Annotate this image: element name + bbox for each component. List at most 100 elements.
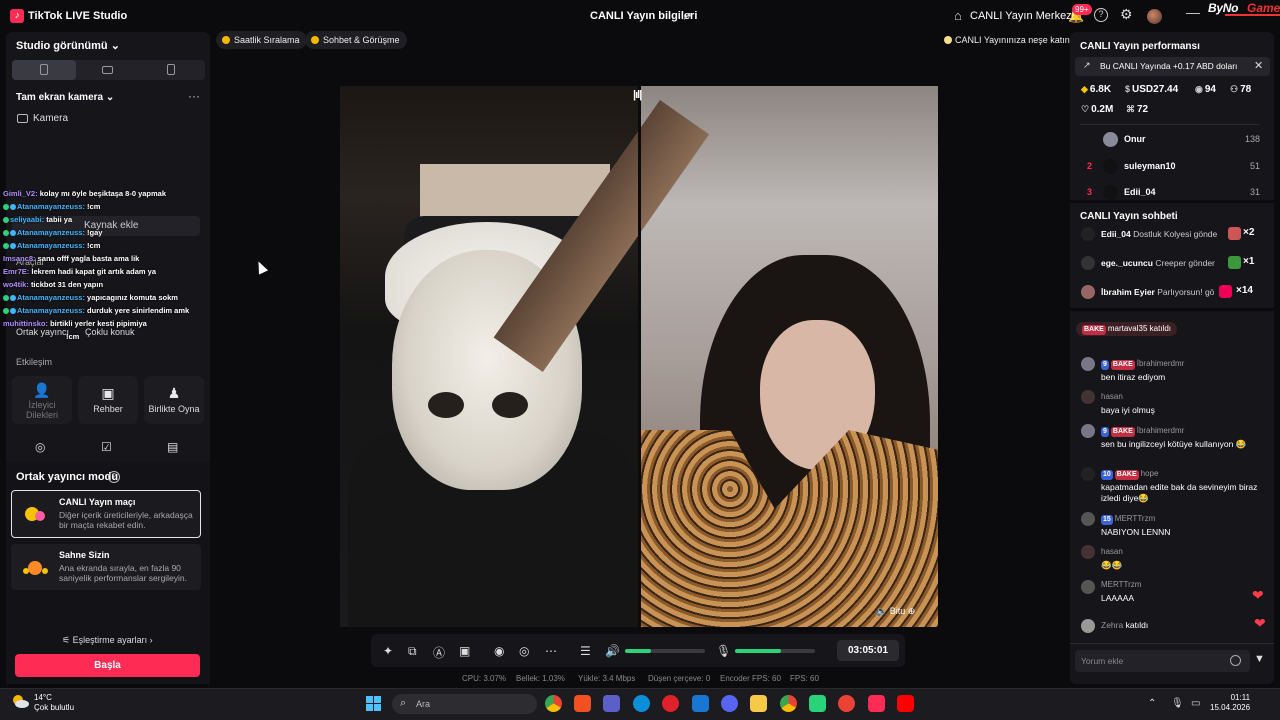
weather-icon[interactable] (11, 692, 29, 710)
new-followers-stat: ⚇ 78 (1230, 84, 1252, 95)
gift-icon: ⌘ (1126, 104, 1135, 114)
screen-icon[interactable]: ▣ (459, 644, 470, 658)
avatar[interactable] (1081, 285, 1095, 299)
effects-icon[interactable]: ⧉ (408, 644, 417, 659)
help-icon[interactable]: ? (108, 471, 120, 483)
viewer-request-icon: 👤 (33, 382, 51, 398)
volume-icon[interactable]: 🔊 (605, 644, 620, 658)
avatar[interactable] (1103, 159, 1118, 174)
youtube-icon[interactable] (897, 695, 914, 712)
overlay-chat-line: muhittinsko: birtikli yerler kesti pipim… (3, 319, 147, 328)
magic-wand-icon[interactable]: ✦ (383, 644, 393, 658)
microphone-icon[interactable]: 🎙 (716, 644, 731, 658)
store-icon[interactable] (574, 695, 591, 712)
edge-icon[interactable] (633, 695, 650, 712)
taskbar-search-placeholder: Ara (416, 699, 431, 709)
home-icon[interactable]: ⌂ (954, 8, 962, 23)
avatar[interactable] (1081, 512, 1095, 526)
dual-screen-icon[interactable] (167, 64, 175, 75)
comment-user: hasan (1101, 392, 1123, 401)
matching-settings-link[interactable]: ⚟ Eşleştirme ayarları › (62, 635, 153, 646)
landscape-icon[interactable] (102, 66, 113, 74)
hourly-ranking-chip[interactable]: Saatlik Sıralama (216, 31, 307, 49)
avatar[interactable] (1081, 619, 1095, 633)
help-icon[interactable]: ? (1094, 8, 1108, 22)
eye-icon: ◉ (1195, 84, 1203, 94)
share-icon[interactable]: ↗ (682, 9, 692, 23)
tiktok-studio-icon[interactable] (868, 695, 885, 712)
heart-icon: ❤ (1252, 587, 1264, 603)
target-icon[interactable]: ◎ (35, 440, 45, 454)
encoder-fps-stat: Encoder FPS: 60 (720, 674, 781, 683)
more-icon[interactable]: ⋯ (545, 644, 557, 658)
scene-dropdown[interactable]: Tam ekran kamera ⌄ (16, 92, 114, 103)
rank-user[interactable]: Onur (1124, 134, 1146, 144)
start-button[interactable]: Başla (15, 654, 200, 677)
audio-bars-icon[interactable]: |ıl| (633, 89, 642, 101)
avatar[interactable] (1081, 467, 1095, 481)
ai-icon[interactable]: Ⓐ (433, 644, 445, 661)
discord-icon[interactable] (721, 695, 738, 712)
avatar[interactable] (1081, 357, 1095, 371)
chevron-up-icon[interactable]: ⌃ (1148, 698, 1156, 709)
minimize-button[interactable]: — (1186, 4, 1200, 20)
chat-call-chip[interactable]: Sohbet & Görüşme (305, 31, 407, 49)
rank-user[interactable]: Edii_04 (1124, 187, 1156, 197)
avatar[interactable] (1103, 132, 1118, 147)
close-icon[interactable]: ✕ (1254, 59, 1263, 72)
avatar[interactable] (1081, 227, 1095, 241)
emoji-icon[interactable] (1230, 655, 1241, 666)
heart-icon: ❤ (1254, 615, 1266, 631)
performance-title: CANLI Yayın performansı (1080, 41, 1200, 52)
box-icon[interactable]: ▤ (167, 440, 178, 454)
avatar[interactable] (1081, 390, 1095, 404)
overlay-chat-line: Imsanc8: sana offf yagla basta ama lik (3, 254, 140, 263)
cohost-tool[interactable]: Ortak yayıncı (16, 327, 69, 337)
overlay-chat-line: wo4tik: tickbot 31 den yapın (3, 280, 104, 289)
system-clock[interactable]: 01:11 15.04.2026 (1210, 693, 1250, 713)
camera-switch-icon[interactable]: ◎ (519, 644, 529, 658)
add-fun-link[interactable]: CANLI Yayınınıza neşe katın (944, 35, 1070, 45)
record-icon[interactable]: ◉ (494, 644, 504, 658)
weather-widget[interactable]: 14°C Çok bulutlu (34, 693, 74, 713)
avatar[interactable] (1081, 580, 1095, 594)
mic-slider-fill (735, 649, 782, 653)
checklist-icon[interactable]: ☑ (101, 440, 112, 454)
avatar[interactable] (1103, 185, 1118, 200)
monitor-icon[interactable]: ▭ (1191, 698, 1200, 709)
more-icon[interactable]: ··· (188, 89, 200, 103)
chrome-icon[interactable] (780, 695, 797, 712)
gift-count: ×14 (1236, 285, 1253, 296)
rank-user[interactable]: suleyman10 (1124, 161, 1176, 171)
stage-icon (20, 557, 50, 579)
chrome-icon[interactable] (838, 695, 855, 712)
send-icon[interactable]: ▼ (1254, 653, 1265, 665)
guest-label[interactable]: 🔈 Bitu ⊕ (876, 606, 915, 617)
avatar[interactable] (1081, 256, 1095, 270)
folder-icon[interactable] (750, 695, 767, 712)
overlay-chat-line: seliyaabi: tabii ya (3, 215, 72, 224)
camera-source[interactable]: Kamera (33, 113, 68, 124)
rank-value: 51 (1249, 161, 1260, 171)
opera-icon[interactable] (662, 695, 679, 712)
avatar[interactable] (1081, 424, 1095, 438)
chrome-icon[interactable] (545, 695, 562, 712)
mail-icon[interactable] (692, 695, 709, 712)
live-center-button[interactable]: CANLI Yayın Merkezi (970, 10, 1074, 22)
overlay-chat-line: Atanamayanzeuss: !cm (3, 202, 100, 211)
studio-view-dropdown[interactable]: Studio görünümü ⌄ (16, 39, 120, 52)
gear-icon[interactable]: ⚙ (1120, 6, 1133, 23)
microphone-icon[interactable]: 🎙 (1171, 698, 1184, 709)
avatar[interactable] (1081, 545, 1095, 559)
avatar[interactable] (1147, 9, 1162, 24)
bulb-icon (944, 36, 952, 44)
app-icon[interactable] (809, 695, 826, 712)
taskbar-search[interactable] (392, 694, 537, 714)
sliders-icon[interactable]: ☰ (580, 644, 591, 658)
overlay-chat-line: Atanamayanzeuss: yapıcagınız komuta sokm (3, 293, 178, 302)
windows-start-icon[interactable] (366, 696, 382, 712)
divider (1080, 124, 1260, 125)
multi-guest-tool[interactable]: Çoklu konuk (85, 327, 135, 337)
teams-icon[interactable] (603, 695, 620, 712)
play-together-label: Birlikte Oyna (148, 404, 200, 414)
